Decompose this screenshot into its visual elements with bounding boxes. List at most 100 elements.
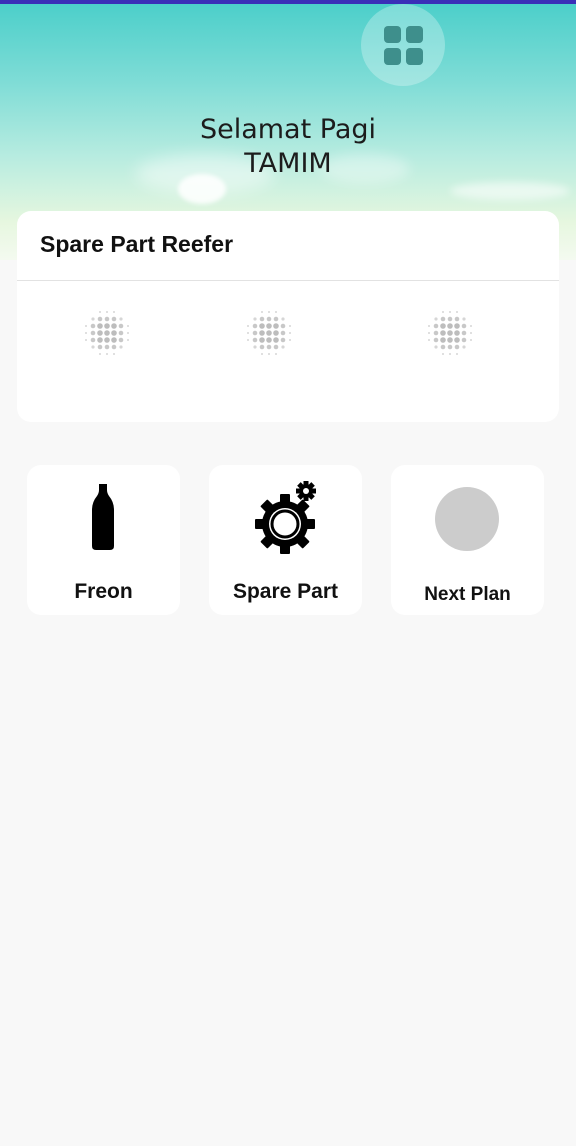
loading-dot (280, 330, 286, 336)
loading-dot (259, 316, 265, 322)
loading-dot (253, 317, 257, 321)
loading-dot (85, 325, 87, 327)
loading-dot (454, 323, 460, 329)
loading-dot (118, 323, 124, 329)
loading-dot (447, 316, 453, 322)
loading-dot (447, 323, 453, 329)
loading-dot (454, 344, 460, 350)
loading-dot (97, 330, 103, 336)
loading-dot (266, 337, 272, 343)
loading-dot (428, 325, 430, 327)
loading-dot (259, 337, 265, 343)
loading-dot (440, 337, 446, 343)
tile-label: Spare Part (232, 580, 339, 603)
loading-dot (268, 353, 270, 355)
loading-dot (247, 325, 249, 327)
loading-dot (456, 353, 458, 355)
bottle-icon (92, 484, 114, 550)
loading-dot (268, 311, 270, 313)
card-divider (17, 280, 559, 281)
loading-dot (447, 330, 453, 336)
tile-freon[interactable]: Freon (27, 465, 180, 615)
loading-dot (252, 337, 258, 343)
loading-dot (90, 330, 96, 336)
loading-dot (461, 337, 467, 343)
username: TAMIM (244, 148, 332, 179)
loading-dot (434, 345, 438, 349)
loading-dot (273, 316, 279, 322)
loading-dot (462, 317, 466, 321)
tile-next-plan[interactable]: Next Plan (391, 465, 544, 615)
loading-dots-icon (428, 311, 472, 355)
cloud-decoration (450, 182, 570, 200)
loading-dot (118, 337, 124, 343)
loading-dot (440, 344, 446, 350)
tile-label: Freon (74, 580, 133, 603)
loading-dot (433, 330, 439, 336)
circle-placeholder-icon (435, 487, 499, 551)
greeting-line: Selamat Pagi (199, 114, 377, 145)
loading-dot (461, 323, 467, 329)
loading-dot (266, 323, 272, 329)
loading-dot (273, 323, 279, 329)
loading-dot (85, 332, 87, 334)
loading-dot (104, 316, 110, 322)
loading-dot (259, 344, 265, 350)
loading-dot (275, 311, 277, 313)
loading-dot (289, 325, 291, 327)
loading-dot (252, 323, 258, 329)
loading-dot (434, 317, 438, 321)
loading-dot (111, 323, 117, 329)
loading-dot (266, 316, 272, 322)
loading-dot (280, 323, 286, 329)
loading-dot (91, 317, 95, 321)
card-title: Spare Part Reefer (40, 231, 234, 257)
loading-dot (447, 344, 453, 350)
loading-dot (433, 337, 439, 343)
loading-dot (113, 311, 115, 313)
loading-dot (113, 353, 115, 355)
loading-dot (247, 339, 249, 341)
loading-dot (90, 337, 96, 343)
loading-dot (266, 330, 272, 336)
loading-dot (85, 339, 87, 341)
loading-dot (462, 345, 466, 349)
loading-dot (104, 323, 110, 329)
loading-dot (91, 345, 95, 349)
loading-dot (454, 330, 460, 336)
loading-dot (119, 317, 123, 321)
loading-dot (127, 332, 129, 334)
loading-dot (273, 344, 279, 350)
loading-dot (289, 339, 291, 341)
loading-dot (273, 330, 279, 336)
loading-dot (111, 316, 117, 322)
loading-dot (259, 323, 265, 329)
loading-dot (440, 316, 446, 322)
loading-dot (247, 332, 249, 334)
loading-dot (447, 337, 453, 343)
loading-dot (99, 311, 101, 313)
grid-menu-button[interactable] (361, 4, 445, 86)
loading-dot (442, 353, 444, 355)
tile-spare-part[interactable]: Spare Part (209, 465, 362, 615)
loading-dot (470, 325, 472, 327)
loading-dot (461, 330, 467, 336)
spare-part-reefer-card: Spare Part Reefer (17, 211, 559, 422)
loading-dot (259, 330, 265, 336)
loading-dot (281, 317, 285, 321)
loading-dot (449, 311, 451, 313)
loading-dot (127, 325, 129, 327)
loading-dot (280, 337, 286, 343)
loading-dot (111, 344, 117, 350)
loading-dot (273, 337, 279, 343)
loading-dot (449, 353, 451, 355)
grid-menu-icon (383, 25, 423, 65)
loading-dot (261, 353, 263, 355)
loading-dot (440, 323, 446, 329)
loading-dot (253, 345, 257, 349)
loading-dot (252, 330, 258, 336)
loading-dot (266, 344, 272, 350)
loading-dot (289, 332, 291, 334)
loading-dot (433, 323, 439, 329)
loading-dot (97, 337, 103, 343)
